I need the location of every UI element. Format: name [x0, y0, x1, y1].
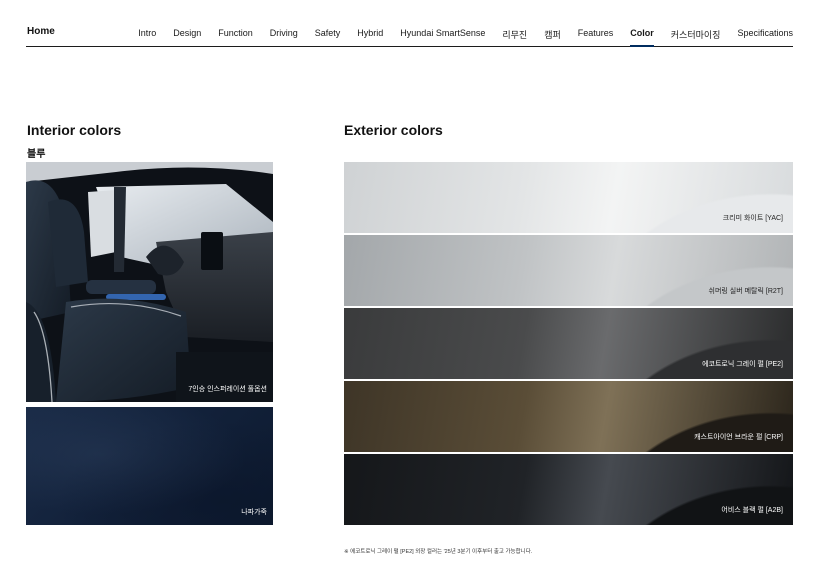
exterior-swatch-caption: 에코트로닉 그레이 펄 [PE2]	[702, 361, 783, 368]
top-nav: Home Intro Design Function Driving Safet…	[26, 20, 793, 47]
interior-colors-heading: Interior colors	[27, 122, 122, 138]
exterior-swatch-ecotronic-gray[interactable]: 에코트로닉 그레이 펄 [PE2]	[344, 308, 793, 379]
interior-leather-caption: 나파가죽	[241, 509, 267, 516]
nav-item-intro[interactable]: Intro	[138, 28, 156, 47]
nav-item-design[interactable]: Design	[173, 28, 201, 47]
home-link[interactable]: Home	[27, 26, 55, 37]
exterior-colors-heading: Exterior colors	[344, 122, 443, 138]
nav-item-color[interactable]: Color	[630, 28, 654, 47]
exterior-swatch-creamy-white[interactable]: 크리미 화이트 [YAC]	[344, 162, 793, 233]
nav-item-smartsense[interactable]: Hyundai SmartSense	[400, 28, 485, 47]
exterior-swatch-shimmering-silver[interactable]: 쉬머링 실버 메탈릭 [R2T]	[344, 235, 793, 306]
exterior-swatch-caption: 캐스트아이언 브라운 펄 [CRP]	[694, 434, 783, 441]
interior-leather-image: 나파가죽	[26, 407, 273, 525]
nav-item-features[interactable]: Features	[578, 28, 614, 47]
nav-item-driving[interactable]: Driving	[270, 28, 298, 47]
exterior-swatch-caption: 크리미 화이트 [YAC]	[722, 215, 783, 222]
exterior-swatch-abyss-black[interactable]: 어비스 블랙 펄 [A2B]	[344, 454, 793, 525]
nav-item-specifications[interactable]: Specifications	[737, 28, 793, 47]
nav-item-camper[interactable]: 캠퍼	[544, 28, 561, 47]
nav-item-hybrid[interactable]: Hybrid	[357, 28, 383, 47]
exterior-swatch-caption: 쉬머링 실버 메탈릭 [R2T]	[708, 288, 783, 295]
interior-seat-caption: 7인승 인스퍼레이션 풀옵션	[188, 386, 267, 393]
interior-color-name: 블루	[27, 149, 46, 160]
nav-item-function[interactable]: Function	[218, 28, 253, 47]
interior-seat-illustration	[26, 162, 273, 402]
nav-item-safety[interactable]: Safety	[315, 28, 341, 47]
nav-item-customizing[interactable]: 커스터마이징	[671, 28, 721, 47]
nav-menu: Intro Design Function Driving Safety Hyb…	[121, 28, 793, 47]
exterior-footnote: ※ 에코트로닉 그레이 펄 [PE2] 외장 컬러는 '25년 3분기 이후부터…	[344, 549, 533, 555]
exterior-swatch-caption: 어비스 블랙 펄 [A2B]	[721, 507, 783, 514]
exterior-swatch-cast-iron-brown[interactable]: 캐스트아이언 브라운 펄 [CRP]	[344, 381, 793, 452]
interior-seat-image: 7인승 인스퍼레이션 풀옵션	[26, 162, 273, 402]
nav-item-limousine[interactable]: 리무진	[502, 28, 527, 47]
